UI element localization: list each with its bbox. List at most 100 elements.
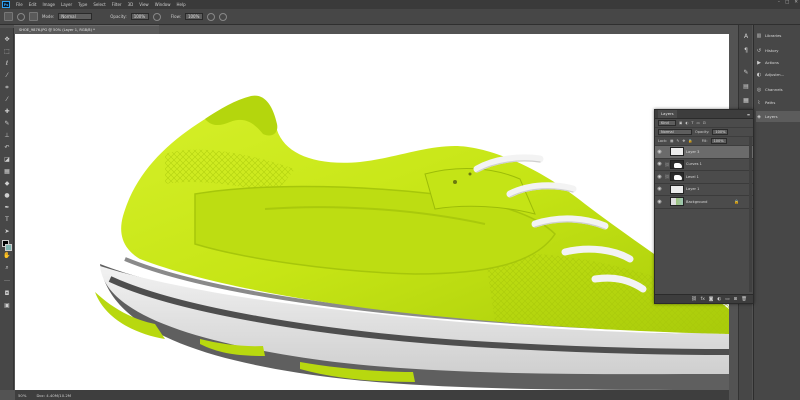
new-group-icon[interactable]: ▭ [725, 297, 729, 302]
background-color-swatch[interactable] [5, 244, 12, 251]
lasso-tool-icon[interactable]: ℓ [3, 60, 11, 67]
blend-opacity-row: Normal Opacity: 100% [655, 128, 753, 137]
options-bar: Mode: Normal Opacity: 100% Flow: 100% [0, 9, 800, 25]
menu-window[interactable]: Window [152, 2, 174, 7]
brush-settings-icon[interactable]: ▤ [742, 83, 750, 91]
link-layers-icon[interactable]: ⛓ [691, 297, 697, 302]
marquee-tool-icon[interactable]: ⬚ [3, 48, 11, 55]
brush-presets-icon[interactable]: ✎ [742, 69, 750, 77]
history-brush-tool-icon[interactable]: ↶ [3, 144, 11, 151]
canvas-area[interactable] [15, 34, 729, 390]
menu-3d[interactable]: 3D [125, 2, 137, 7]
panel-layers[interactable]: ◈ Layers [756, 111, 800, 122]
menu-edit[interactable]: Edit [26, 2, 40, 7]
hand-tool-icon[interactable]: ✋ [3, 252, 11, 259]
maximize-icon[interactable]: □ [785, 0, 789, 5]
brush-size-icon[interactable] [17, 12, 25, 21]
lock-pixels-icon[interactable]: ▦ [670, 139, 673, 143]
menu-type[interactable]: Type [75, 2, 90, 7]
new-adjustment-icon[interactable]: ◐ [717, 297, 721, 302]
crop-tool-icon[interactable]: ⌗ [3, 84, 11, 91]
zoom-level[interactable]: 50% [18, 393, 26, 398]
layer-style-icon[interactable]: fx [701, 297, 705, 302]
layer-fill-field[interactable]: 100% [710, 138, 727, 144]
brush-panel-icon[interactable] [29, 12, 38, 21]
opacity-field[interactable]: 100% [130, 13, 149, 20]
photoshop-window: Ps File Edit Image Layer Type Select Fil… [0, 0, 800, 400]
panel-history[interactable]: ↺ History [756, 45, 800, 56]
filter-type-icon[interactable]: T [691, 121, 693, 125]
quick-mask-icon[interactable]: ◘ [3, 290, 11, 297]
layers-tab[interactable]: Layers [658, 110, 677, 118]
blur-tool-icon[interactable]: ◆ [3, 180, 11, 187]
menu-help[interactable]: Help [173, 2, 188, 7]
menu-select[interactable]: Select [90, 2, 108, 7]
panel-actions[interactable]: ▶ Actions [756, 57, 800, 68]
pen-tool-icon[interactable]: ✒ [3, 204, 11, 211]
layer-row[interactable]: ◉ Layer 3 [655, 146, 753, 159]
quick-select-tool-icon[interactable]: ⁄ [3, 72, 11, 79]
airbrush-icon[interactable] [206, 12, 215, 21]
lock-position-icon[interactable]: ✥ [682, 139, 685, 143]
gradient-tool-icon[interactable]: ▦ [3, 168, 11, 175]
visibility-eye-icon[interactable]: ◉ [655, 149, 664, 155]
dodge-tool-icon[interactable]: ● [3, 192, 11, 199]
panel-adjustments[interactable]: ◐ Adjustm... [756, 69, 800, 80]
brush-tool-icon[interactable]: ✎ [3, 120, 11, 127]
close-icon[interactable]: ✕ [794, 0, 798, 5]
eraser-tool-icon[interactable]: ◪ [3, 156, 11, 163]
filter-kind-select[interactable]: Kind [658, 120, 676, 126]
layer-row[interactable]: ◉ Background 🔒 [655, 196, 753, 209]
document-tab[interactable]: SHOE_9876.JPG @ 50% (Layer 1, RGB/8) * [14, 25, 159, 34]
menu-file[interactable]: File [13, 2, 26, 7]
paragraph-panel-icon[interactable]: ¶ [742, 47, 750, 55]
layer-row[interactable]: ◉ ⛓ Level 1 [655, 171, 753, 184]
path-select-tool-icon[interactable]: ➤ [3, 228, 11, 235]
new-layer-icon[interactable]: ⊞ [734, 297, 738, 302]
blend-mode-select[interactable]: Normal [658, 129, 692, 135]
lock-paint-icon[interactable]: ✎ [676, 139, 679, 143]
tool-preset-icon[interactable] [4, 12, 13, 21]
menu-layer[interactable]: Layer [58, 2, 75, 7]
eyedropper-tool-icon[interactable]: ⁄ [3, 96, 11, 103]
filter-pixel-icon[interactable]: ▣ [679, 121, 682, 125]
character-panel-icon[interactable]: A [742, 33, 750, 41]
minimize-icon[interactable]: – [778, 0, 780, 5]
filter-smart-icon[interactable]: ⊡ [703, 121, 706, 125]
filter-adjust-icon[interactable]: ◐ [685, 121, 688, 125]
more-tools-icon[interactable]: … [3, 276, 11, 283]
swatches-panel-icon[interactable]: ▦ [742, 97, 750, 105]
layers-scrollbar[interactable] [749, 137, 752, 292]
move-tool-icon[interactable]: ✥ [3, 36, 11, 43]
layer-opacity-field[interactable]: 100% [712, 129, 729, 135]
flow-field[interactable]: 100% [184, 13, 203, 20]
layer-row[interactable]: ◉ Layer 1 [655, 184, 753, 196]
pressure-opacity-icon[interactable] [152, 12, 161, 21]
clone-stamp-tool-icon[interactable]: ⊥ [3, 132, 11, 139]
add-mask-icon[interactable]: ◙ [709, 297, 713, 302]
visibility-eye-icon[interactable]: ◉ [655, 174, 664, 180]
panel-menu-icon[interactable]: ≡ [747, 112, 750, 117]
visibility-eye-icon[interactable]: ◉ [655, 199, 664, 205]
zoom-tool-icon[interactable]: ⌕ [3, 264, 11, 271]
panel-channels[interactable]: ◎ Channels [756, 84, 800, 95]
menu-image[interactable]: Image [39, 2, 58, 7]
healing-tool-icon[interactable]: ✚ [3, 108, 11, 115]
menu-view[interactable]: View [136, 2, 152, 7]
lock-all-icon[interactable]: 🔒 [688, 139, 692, 143]
mode-select[interactable]: Normal [58, 13, 93, 20]
opacity-label: Opacity: [110, 14, 127, 19]
delete-layer-icon[interactable]: 🗑 [741, 297, 747, 302]
visibility-eye-icon[interactable]: ◉ [655, 186, 664, 192]
menu-filter[interactable]: Filter [109, 2, 125, 7]
filter-shape-icon[interactable]: ▭ [697, 121, 700, 125]
panel-libraries[interactable]: ▥ Libraries [756, 30, 800, 41]
visibility-eye-icon[interactable]: ◉ [655, 161, 664, 167]
document-canvas[interactable] [15, 34, 729, 390]
pressure-size-icon[interactable] [218, 12, 227, 21]
screen-mode-icon[interactable]: ▣ [3, 302, 11, 309]
panel-paths[interactable]: ⌇ Paths [756, 97, 800, 108]
adjustment-mask-thumbnail [670, 172, 684, 182]
layer-row[interactable]: ◉ ⛓ Curves 1 [655, 159, 753, 171]
type-tool-icon[interactable]: T [3, 216, 11, 223]
